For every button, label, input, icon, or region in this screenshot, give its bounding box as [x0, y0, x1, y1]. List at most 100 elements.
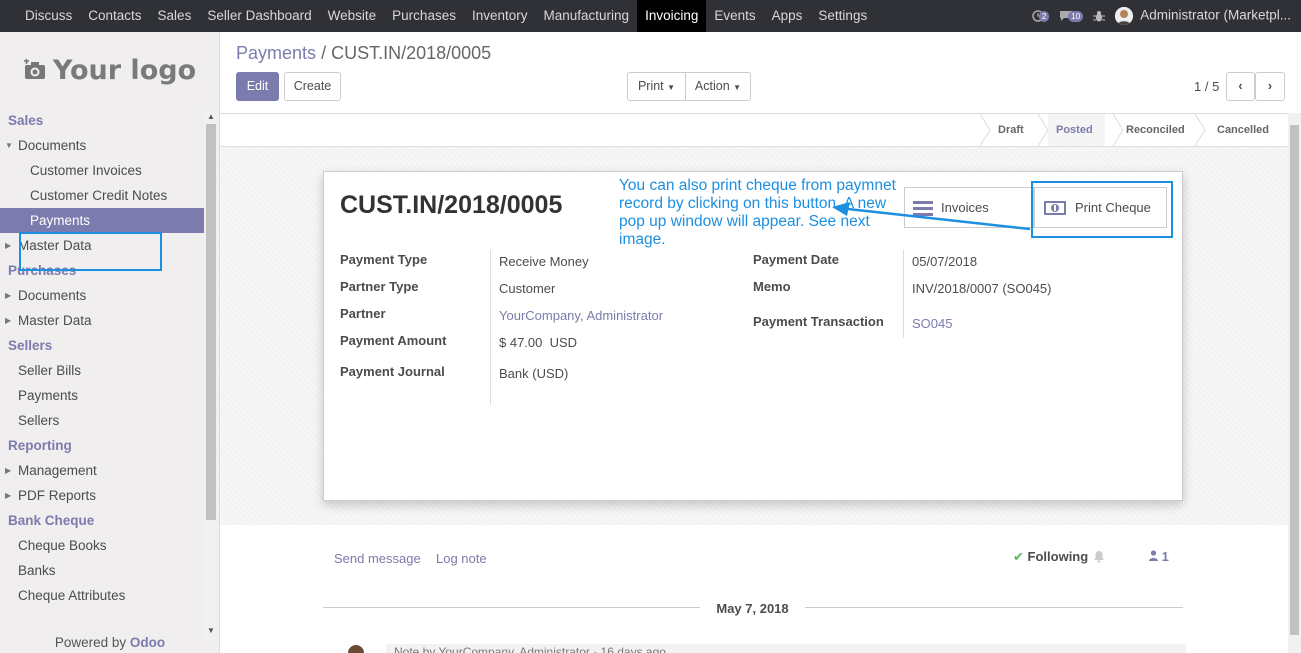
content-scrollbar[interactable]: [1288, 113, 1301, 653]
label-payment-amount: Payment Amount: [340, 333, 447, 348]
create-button[interactable]: Create: [284, 72, 341, 101]
camera-plus-icon: [23, 59, 45, 79]
activity-count: 2: [1038, 10, 1050, 22]
menu-sales[interactable]: Sales: [150, 0, 200, 32]
bug-icon[interactable]: [1093, 10, 1106, 23]
sidebar-item-cheque-books[interactable]: Cheque Books: [0, 533, 204, 558]
value-partner-link[interactable]: YourCompany, Administrator: [499, 308, 663, 323]
action-dropdown[interactable]: Action ▼: [685, 72, 751, 101]
value-memo: INV/2018/0007 (SO045): [912, 281, 1052, 296]
breadcrumb-current: CUST.IN/2018/0005: [331, 43, 492, 63]
user-icon: [1149, 550, 1158, 561]
section-bank-cheque: Bank Cheque: [8, 513, 95, 528]
sidebar-item-seller-payments[interactable]: Payments: [0, 383, 204, 408]
menu-inventory[interactable]: Inventory: [464, 0, 536, 32]
label-payment-type: Payment Type: [340, 252, 428, 267]
pager-previous[interactable]: ‹: [1226, 72, 1255, 101]
menu-settings[interactable]: Settings: [810, 0, 875, 32]
field-divider: [903, 250, 904, 338]
menu-contacts[interactable]: Contacts: [80, 0, 149, 32]
pager-value[interactable]: 1 / 5: [1194, 79, 1219, 94]
sidebar-item-pdf-reports[interactable]: ▶ PDF Reports: [0, 483, 204, 508]
sidebar-item-management[interactable]: ▶ Management: [0, 458, 204, 483]
company-logo[interactable]: Your logo: [0, 32, 219, 108]
value-payment-type: Receive Money: [499, 254, 589, 269]
caret-right-icon: ▶: [5, 291, 12, 300]
print-dropdown[interactable]: Print ▼: [627, 72, 686, 101]
caret-right-icon: ▶: [5, 316, 12, 325]
record-title: CUST.IN/2018/0005: [340, 191, 563, 219]
stage-reconciled[interactable]: Reconciled: [1126, 114, 1185, 146]
value-payment-date: 05/07/2018: [912, 254, 978, 269]
sidebar-item-banks[interactable]: Banks: [0, 558, 204, 583]
section-sales: Sales: [8, 113, 44, 128]
label-memo: Memo: [753, 279, 791, 294]
scroll-up-icon[interactable]: ▲: [207, 112, 215, 121]
label-partner-type: Partner Type: [340, 279, 419, 294]
breadcrumb-payments[interactable]: Payments: [236, 43, 316, 63]
caret-right-icon: ▶: [5, 491, 12, 500]
sidebar: Your logo Sales ▼ Documents Customer Invo…: [0, 32, 220, 653]
sidebar-scroll-thumb[interactable]: [206, 124, 216, 520]
menu-seller-dashboard[interactable]: Seller Dashboard: [199, 0, 319, 32]
menu-apps[interactable]: Apps: [764, 0, 811, 32]
sidebar-scrollbar[interactable]: ▲ ▼: [205, 110, 217, 640]
print-cheque-highlight-box: [1031, 181, 1173, 238]
sidebar-item-customer-invoices[interactable]: Customer Invoices: [0, 158, 204, 183]
section-sellers: Sellers: [8, 338, 53, 353]
menu-discuss[interactable]: Discuss: [17, 0, 80, 32]
caret-down-icon: ▼: [5, 141, 13, 150]
activity-button[interactable]: 2: [1032, 10, 1050, 22]
value-partner-type: Customer: [499, 281, 556, 296]
user-menu[interactable]: Administrator (Marketpl...: [1115, 7, 1291, 25]
user-name: Administrator (Marketpl...: [1140, 7, 1291, 23]
sidebar-item-customer-credit-notes[interactable]: Customer Credit Notes: [0, 183, 204, 208]
stage-draft[interactable]: Draft: [998, 114, 1024, 146]
bell-icon[interactable]: [1093, 550, 1105, 563]
caret-right-icon: ▶: [5, 466, 12, 475]
scroll-down-icon[interactable]: ▼: [207, 626, 215, 635]
menu-events[interactable]: Events: [706, 0, 763, 32]
sidebar-item-purchases-master-data[interactable]: ▶ Master Data: [0, 308, 204, 333]
pager-next[interactable]: ›: [1255, 72, 1285, 101]
messages-button[interactable]: 10: [1059, 10, 1084, 22]
caret-down-icon: ▼: [667, 83, 676, 92]
menu-purchases[interactable]: Purchases: [384, 0, 464, 32]
label-payment-transaction: Payment Transaction: [753, 314, 884, 329]
sidebar-item-sellers[interactable]: Sellers: [0, 408, 204, 433]
value-payment-journal: Bank (USD): [499, 366, 569, 381]
menu-invoicing[interactable]: Invoicing: [637, 0, 707, 32]
date-separator: May 7, 2018: [700, 601, 805, 616]
sidebar-item-seller-bills[interactable]: Seller Bills: [0, 358, 204, 383]
label-partner: Partner: [340, 306, 386, 321]
avatar: [348, 645, 364, 653]
send-message-button[interactable]: Send message: [334, 551, 421, 566]
chevron-right-icon: ›: [1267, 79, 1273, 93]
message-preview: Note by YourCompany, Administrator - 16 …: [386, 644, 1186, 653]
log-note-button[interactable]: Log note: [436, 551, 487, 566]
value-payment-transaction-link[interactable]: SO045: [912, 316, 952, 331]
sidebar-item-payments[interactable]: Payments: [0, 208, 204, 233]
edit-button[interactable]: Edit: [236, 72, 279, 101]
menu-website[interactable]: Website: [320, 0, 385, 32]
sidebar-item-sales-documents[interactable]: ▼ Documents: [0, 133, 204, 158]
breadcrumb: Payments / CUST.IN/2018/0005: [236, 43, 492, 63]
followers-button[interactable]: 1: [1149, 549, 1169, 564]
sidebar-item-purchases-documents[interactable]: ▶ Documents: [0, 283, 204, 308]
app-menu: Discuss Contacts Sales Seller Dashboard …: [0, 0, 875, 32]
stage-posted[interactable]: Posted: [1048, 114, 1105, 146]
logo-text: Your logo: [52, 54, 197, 86]
odoo-link[interactable]: Odoo: [130, 635, 165, 650]
following-button[interactable]: ✔ Following: [1013, 549, 1088, 565]
menu-manufacturing[interactable]: Manufacturing: [536, 0, 638, 32]
statusbar: Draft Posted Reconciled Cancelled: [220, 113, 1288, 147]
label-payment-date: Payment Date: [753, 252, 839, 267]
check-icon: ✔: [1013, 549, 1024, 564]
payments-highlight-box: [19, 232, 162, 271]
section-reporting: Reporting: [8, 438, 72, 453]
annotation-arrow: [832, 202, 1031, 231]
powered-by: Powered by Odoo: [54, 635, 166, 650]
content-scroll-thumb[interactable]: [1290, 125, 1299, 635]
stage-cancelled[interactable]: Cancelled: [1217, 114, 1269, 146]
sidebar-item-cheque-attributes[interactable]: Cheque Attributes: [0, 583, 204, 608]
